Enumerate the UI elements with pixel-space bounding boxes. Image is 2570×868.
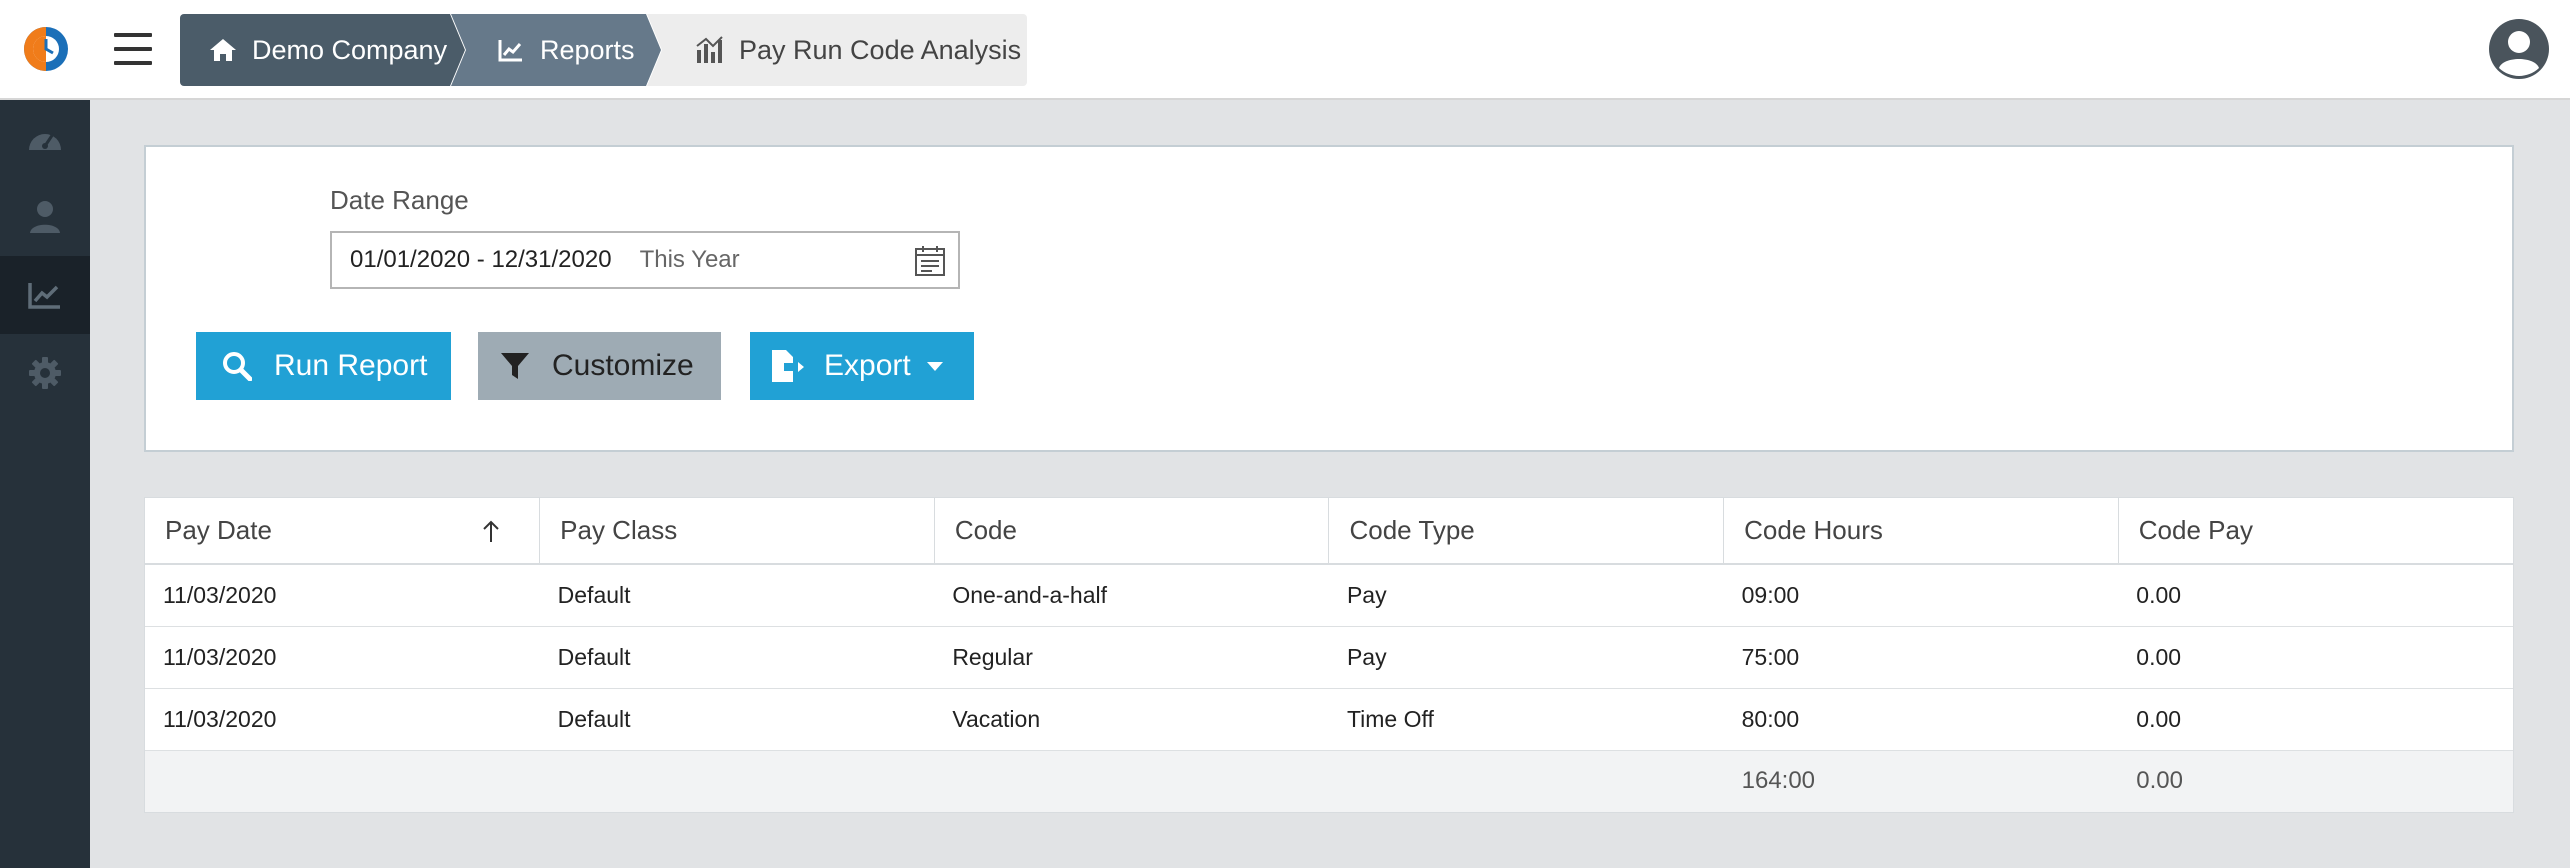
total-empty-cell — [1328, 750, 1724, 812]
column-header-code-type[interactable]: Code Type — [1328, 498, 1725, 565]
filter-funnel-icon — [498, 349, 532, 383]
column-header-pay-class[interactable]: Pay Class — [539, 498, 935, 565]
chevron-down-icon — [926, 361, 943, 371]
breadcrumb-reports-label: Reports — [540, 34, 635, 65]
export-label: Export — [824, 349, 911, 382]
table-header-row: Pay Date Pay Class Code Code Type Code H… — [145, 498, 2513, 565]
table-row: 11/03/2020 Default Vacation Time Off 80:… — [145, 688, 2513, 751]
report-table: Pay Date Pay Class Code Code Type Code H… — [144, 497, 2514, 813]
total-empty-cell — [539, 750, 935, 812]
cell-code: Regular — [934, 626, 1329, 689]
date-range-input[interactable]: 01/01/2020 - 12/31/2020 This Year — [330, 231, 960, 289]
sidebar-item-employees[interactable] — [0, 178, 90, 256]
file-export-icon — [770, 349, 804, 383]
company-logo-icon[interactable] — [22, 25, 70, 73]
customize-label: Customize — [552, 349, 694, 382]
main-content: Date Range 01/01/2020 - 12/31/2020 This … — [90, 100, 2570, 868]
breadcrumb-current-label: Pay Run Code Analysis — [739, 34, 1022, 65]
sort-ascending-icon[interactable] — [481, 520, 501, 544]
sidebar-item-reports[interactable] — [0, 256, 90, 334]
user-avatar-icon[interactable] — [2488, 18, 2550, 80]
customize-button[interactable]: Customize — [478, 332, 721, 400]
date-range-preset: This Year — [639, 246, 740, 273]
run-report-label: Run Report — [274, 349, 428, 382]
sidebar-item-dashboard[interactable] — [0, 100, 90, 178]
breadcrumb: Demo Company Reports Pay Run Code Analys… — [180, 14, 1027, 86]
run-report-button[interactable]: Run Report — [196, 332, 451, 400]
cell-code-hours: 09:00 — [1723, 564, 2119, 627]
column-header-code-hours[interactable]: Code Hours — [1723, 498, 2119, 565]
column-header-pay-date[interactable]: Pay Date — [145, 498, 541, 565]
cell-code-hours: 75:00 — [1723, 626, 2119, 689]
report-filter-panel: Date Range 01/01/2020 - 12/31/2020 This … — [144, 145, 2514, 452]
column-header-code-pay[interactable]: Code Pay — [2118, 498, 2513, 565]
cell-code-type: Pay — [1328, 564, 1724, 627]
cell-code-type: Time Off — [1328, 688, 1724, 751]
calendar-icon[interactable] — [914, 245, 946, 277]
cell-pay-date: 11/03/2020 — [145, 688, 540, 751]
top-bar: Demo Company Reports Pay Run Code Analys… — [0, 0, 2570, 100]
cell-pay-class: Default — [539, 688, 935, 751]
cell-code-pay: 0.00 — [2118, 688, 2513, 751]
breadcrumb-company-label: Demo Company — [252, 34, 448, 65]
total-empty-cell — [145, 750, 540, 812]
table-totals-row: 164:00 0.00 — [145, 750, 2513, 812]
column-header-code[interactable]: Code — [934, 498, 1330, 565]
cell-code-hours: 80:00 — [1723, 688, 2119, 751]
total-code-hours: 164:00 — [1723, 750, 2119, 812]
reports-chart-icon — [28, 283, 60, 309]
total-code-pay: 0.00 — [2118, 750, 2513, 812]
app-root: Demo Company Reports Pay Run Code Analys… — [0, 0, 2570, 868]
breadcrumb-current-report: Pay Run Code Analysis — [647, 14, 1027, 86]
date-range-value: 01/01/2020 - 12/31/2020 — [350, 246, 612, 273]
cell-pay-date: 11/03/2020 — [145, 626, 540, 689]
settings-gear-icon — [29, 357, 61, 389]
export-dropdown-button[interactable]: Export — [750, 332, 974, 400]
cell-pay-class: Default — [539, 626, 935, 689]
chart-line-icon — [496, 35, 526, 65]
table-row: 11/03/2020 Default Regular Pay 75:00 0.0… — [145, 626, 2513, 689]
home-icon — [208, 35, 238, 65]
search-icon — [220, 349, 254, 383]
cell-code-pay: 0.00 — [2118, 626, 2513, 689]
cell-code: One-and-a-half — [934, 564, 1329, 627]
total-empty-cell — [934, 750, 1329, 812]
dashboard-gauge-icon — [29, 133, 61, 150]
breadcrumb-reports[interactable]: Reports — [451, 14, 661, 86]
table-row: 11/03/2020 Default One-and-a-half Pay 09… — [145, 564, 2513, 627]
cell-pay-class: Default — [539, 564, 935, 627]
cell-code-type: Pay — [1328, 626, 1724, 689]
breadcrumb-company[interactable]: Demo Company — [180, 14, 465, 86]
date-range-label: Date Range — [330, 185, 469, 215]
cell-code-pay: 0.00 — [2118, 564, 2513, 627]
cell-pay-date: 11/03/2020 — [145, 564, 540, 627]
sidebar-item-settings[interactable] — [0, 334, 90, 412]
menu-toggle-icon[interactable] — [114, 33, 152, 65]
cell-code: Vacation — [934, 688, 1329, 751]
bar-chart-icon — [695, 35, 725, 65]
sidebar — [0, 100, 90, 868]
employee-icon — [30, 201, 60, 233]
